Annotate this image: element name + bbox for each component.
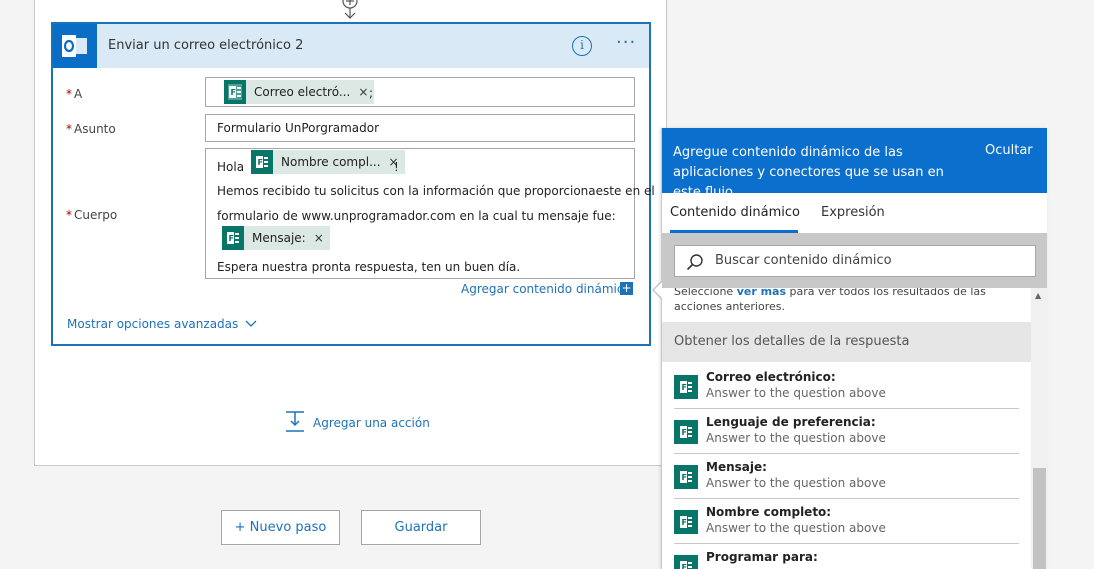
tab-expression[interactable]: Expresión xyxy=(821,205,885,220)
to-field[interactable]: F Correo electró... × ; xyxy=(205,77,635,107)
forms-icon: F xyxy=(674,375,698,399)
flyout-pointer-fill xyxy=(654,282,662,298)
body-line-2: formulario de www.unprogramador.com en l… xyxy=(217,209,616,223)
dynamic-item-description: Answer to the question above xyxy=(706,521,886,535)
add-dynamic-content-icon[interactable]: + xyxy=(620,282,633,295)
body-line-1: Hemos recibido tu solicitus con la infor… xyxy=(217,184,655,198)
dynamic-item-description: Answer to the question above xyxy=(706,386,886,400)
info-icon[interactable]: i xyxy=(572,36,592,56)
subject-value: Formulario UnPorgramador xyxy=(217,121,380,135)
name-token-label: Nombre compl... xyxy=(281,155,381,169)
dynamic-item-language[interactable]: F Lenguaje de preferencia: Answer to the… xyxy=(674,409,1019,454)
dynamic-item-description: Answer to the question above xyxy=(706,476,886,490)
body-exclaim: ! xyxy=(394,160,399,174)
see-more-hint: Seleccione ver más para ver todos los re… xyxy=(674,285,986,313)
svg-text:F: F xyxy=(682,428,687,437)
dynamic-item-name: Mensaje: xyxy=(706,460,767,474)
save-button[interactable]: Guardar xyxy=(361,510,481,545)
forms-icon: F xyxy=(251,150,273,174)
forms-icon: F xyxy=(674,465,698,489)
svg-text:F: F xyxy=(682,563,687,569)
dynamic-item-name: Lenguaje de preferencia: xyxy=(706,415,876,429)
svg-text:F: F xyxy=(682,383,687,392)
dynamic-item-email[interactable]: F Correo electrónico: Answer to the ques… xyxy=(674,364,1019,409)
new-step-button[interactable]: + Nuevo paso xyxy=(221,510,340,545)
section-title: Obtener los detalles de la respuesta xyxy=(674,334,910,349)
dynamic-item-message[interactable]: F Mensaje: Answer to the question above xyxy=(674,454,1019,499)
dynamic-item-schedule[interactable]: F Programar para: xyxy=(674,544,1019,569)
remove-token-icon[interactable]: × xyxy=(358,85,368,99)
scrollbar-thumb[interactable] xyxy=(1033,468,1046,569)
svg-text:F: F xyxy=(682,473,687,482)
email-token-label: Correo electró... xyxy=(254,85,351,99)
subject-label: * Asunto xyxy=(66,122,116,136)
dynamic-item-name: Correo electrónico: xyxy=(706,370,836,384)
forms-icon: F xyxy=(224,80,246,104)
dynamic-item-description: Answer to the question above xyxy=(706,431,886,445)
svg-text:F: F xyxy=(229,234,234,243)
scroll-up-icon[interactable]: ▲ xyxy=(1035,291,1041,300)
body-field[interactable]: Hola F Nombre compl... × ! Hemos recibid… xyxy=(205,148,655,279)
forms-icon: F xyxy=(674,555,698,569)
forms-icon: F xyxy=(222,226,244,250)
chevron-down-icon xyxy=(245,320,257,327)
name-token[interactable]: F Nombre compl... × xyxy=(251,150,405,174)
message-token-label: Mensaje: xyxy=(252,231,306,245)
send-email-action-card: Enviar un correo electrónico 2 i ··· * A … xyxy=(51,22,655,346)
add-action-link[interactable]: Agregar una acción xyxy=(313,416,430,430)
step-connector-icon xyxy=(342,0,358,19)
svg-text:F: F xyxy=(258,158,263,167)
dynamic-content-panel: Agregue contenido dinámico de las aplica… xyxy=(661,128,1047,569)
dynamic-item-name: Nombre completo: xyxy=(706,505,832,519)
body-line-3: Espera nuestra pronta respuesta, ten un … xyxy=(217,260,521,274)
to-label: * A xyxy=(66,87,83,101)
dynamic-item-name: Programar para: xyxy=(706,550,818,564)
forms-icon: F xyxy=(674,420,698,444)
remove-token-icon[interactable]: × xyxy=(314,231,324,245)
to-separator: ; xyxy=(369,86,374,100)
flow-designer-canvas: Enviar un correo electrónico 2 i ··· * A … xyxy=(0,0,1094,569)
tab-dynamic-content[interactable]: Contenido dinámico xyxy=(670,205,800,220)
panel-scrollbar[interactable]: ▲ xyxy=(1031,288,1047,569)
svg-text:F: F xyxy=(682,518,687,527)
action-card-header[interactable]: Enviar un correo electrónico 2 i ··· xyxy=(53,24,649,68)
add-dynamic-content-link[interactable]: Agregar contenido dinámico xyxy=(461,282,631,296)
outlook-icon xyxy=(53,24,97,68)
email-token[interactable]: F Correo electró... × xyxy=(224,80,375,104)
dynamic-panel-header: Agregue contenido dinámico de las aplica… xyxy=(662,128,1047,200)
body-greeting: Hola xyxy=(217,160,245,174)
forms-icon: F xyxy=(674,510,698,534)
dynamic-search-input[interactable] xyxy=(715,253,1025,268)
body-label: * Cuerpo xyxy=(66,208,118,222)
message-token[interactable]: F Mensaje: × xyxy=(222,226,330,250)
search-icon xyxy=(686,254,703,271)
dynamic-panel-description: Agregue contenido dinámico de las aplica… xyxy=(673,145,944,200)
subject-field[interactable]: Formulario UnPorgramador xyxy=(205,114,635,142)
hide-panel-link[interactable]: Ocultar xyxy=(985,143,1033,158)
show-advanced-options-link[interactable]: Mostrar opciones avanzadas xyxy=(67,317,257,331)
dynamic-item-full-name[interactable]: F Nombre completo: Answer to the questio… xyxy=(674,499,1019,544)
response-details-section[interactable]: Obtener los detalles de la respuesta xyxy=(662,322,1031,362)
svg-text:F: F xyxy=(231,88,236,97)
add-action-icon[interactable] xyxy=(285,411,305,433)
dynamic-search-box[interactable] xyxy=(674,245,1036,277)
more-options-icon[interactable]: ··· xyxy=(616,34,638,54)
action-title[interactable]: Enviar un correo electrónico 2 xyxy=(108,38,303,53)
